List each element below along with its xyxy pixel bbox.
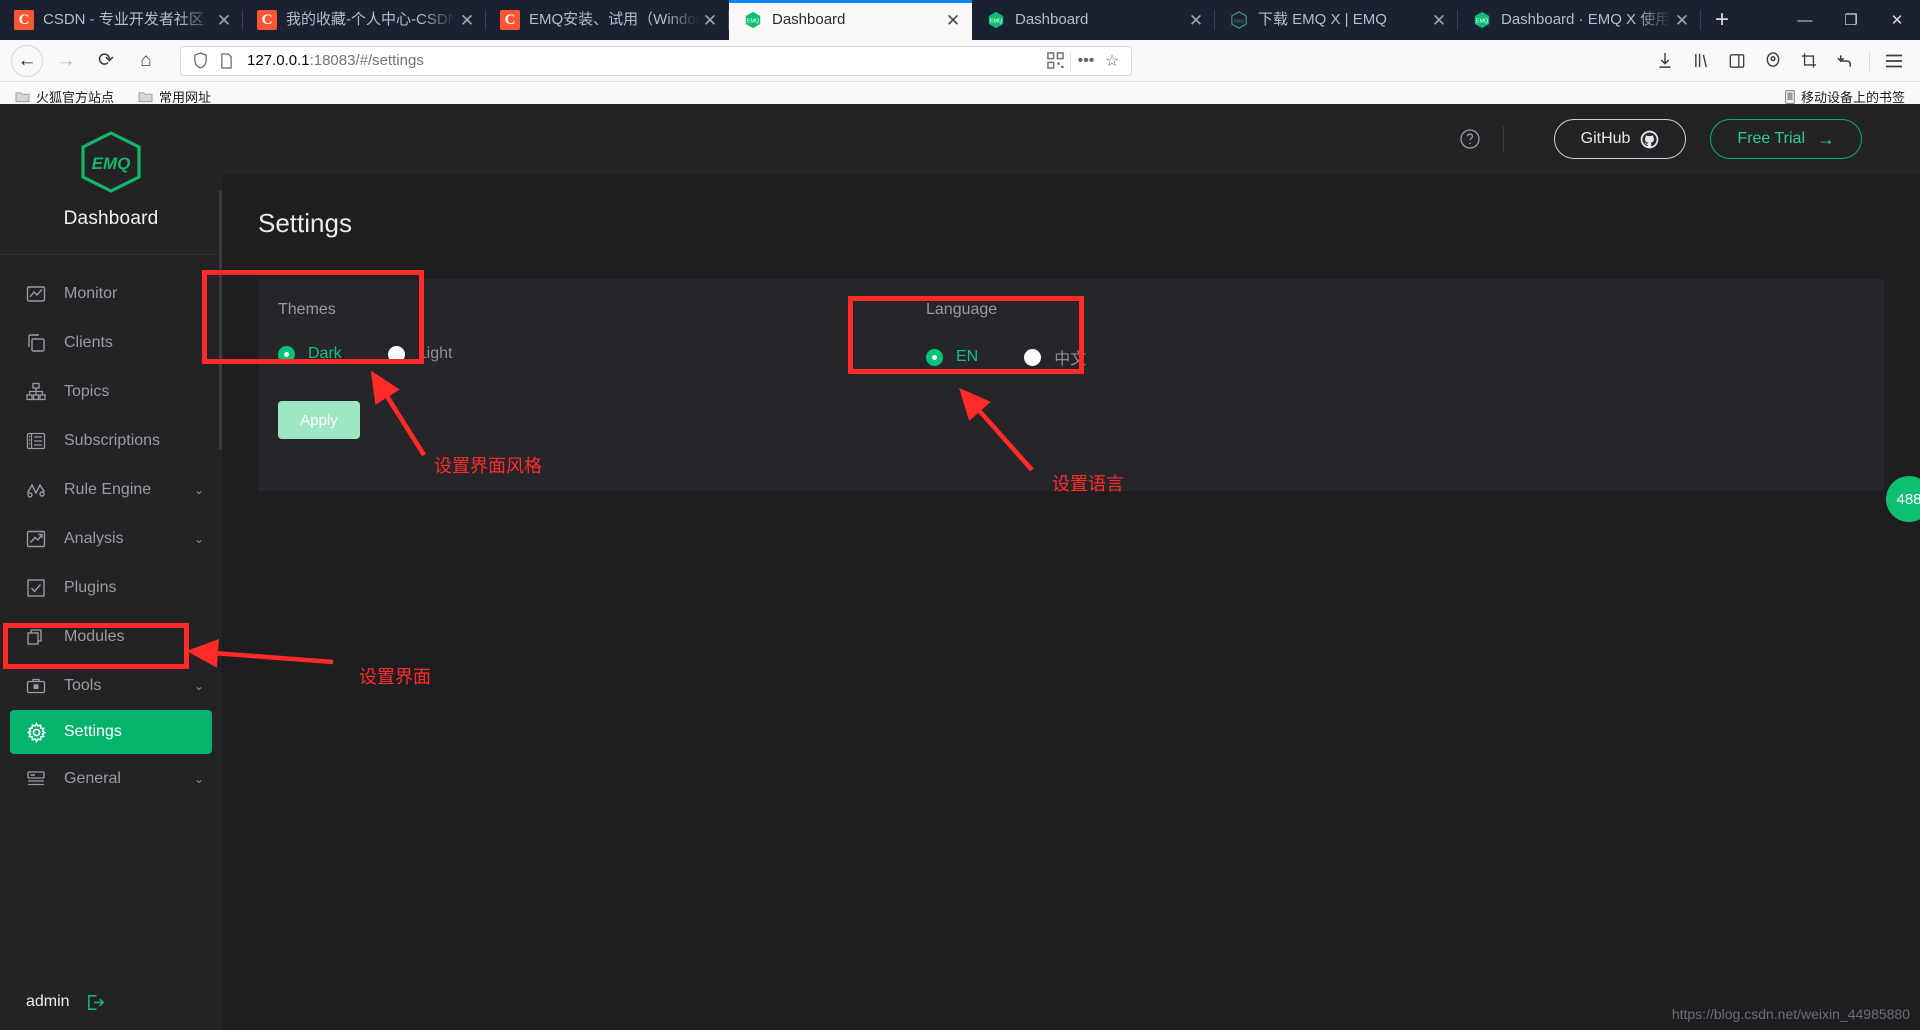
annotation-language: 设置语言 xyxy=(1052,474,1124,494)
annotation-settings: 设置界面 xyxy=(359,667,431,687)
annotation-arrows xyxy=(186,370,1034,668)
browser-window: C CSDN - 专业开发者社区 ✕ C 我的收藏-个人中心-CSDN ✕ C … xyxy=(0,0,1920,1030)
annotation-themes: 设置界面风格 xyxy=(434,456,542,476)
